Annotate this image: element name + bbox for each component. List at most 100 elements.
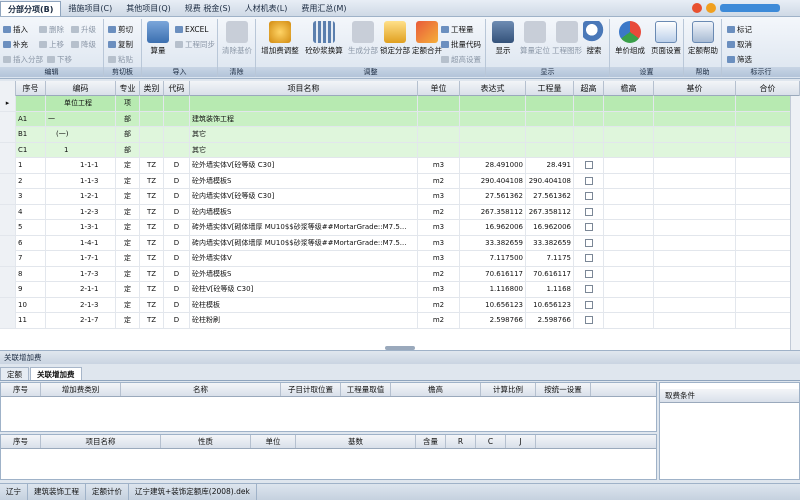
over-height-checkbox[interactable]	[574, 220, 604, 235]
p2-header-nature[interactable]: 性质	[161, 435, 251, 448]
p2-header-content[interactable]: 含量	[416, 435, 446, 448]
table-row[interactable]: 6 1-4-1 定 TZ D 砖内墙实体V[砌体墙厚 MU10$$砂浆等级##Mortar…	[0, 235, 800, 251]
header-expression[interactable]: 表达式	[460, 81, 526, 96]
header-eave-height[interactable]: 檐高	[604, 81, 654, 96]
over-height-checkbox[interactable]	[574, 158, 604, 173]
delete-button[interactable]: 删除	[38, 23, 64, 36]
over-height-checkbox[interactable]	[574, 96, 604, 111]
checkbox-icon[interactable]	[584, 176, 593, 185]
checkbox-icon[interactable]	[584, 192, 593, 200]
table-row[interactable]: B1 (一) 部 其它	[0, 127, 800, 143]
over-height-checkbox[interactable]	[574, 297, 604, 313]
over-height-button[interactable]: 超高设置	[440, 53, 481, 66]
filter-button[interactable]: 筛选	[726, 53, 752, 66]
splitter-handle[interactable]	[385, 346, 415, 350]
add-fee-adjust-button[interactable]: 增加费调整	[258, 21, 302, 65]
p1-header-quantity-value[interactable]: 工程量取值	[341, 383, 391, 396]
grid-vertical-scrollbar[interactable]	[790, 96, 800, 350]
search-button[interactable]: 搜索	[580, 21, 608, 65]
p2-header-j[interactable]: J	[506, 435, 536, 448]
p2-header-no[interactable]: 序号	[1, 435, 41, 448]
checkbox-icon[interactable]	[584, 316, 593, 324]
p1-header-eave-height[interactable]: 檐高	[391, 383, 481, 396]
tab-measures[interactable]: 措施项目(C)	[61, 1, 119, 16]
table-row[interactable]: 11 2-1-7 定 TZ D 砼柱粉刷 m2 2.598766 2.598766	[0, 313, 800, 329]
unit-price-group-button[interactable]: 单价组成	[612, 21, 648, 65]
header-base-price[interactable]: 基价	[654, 81, 736, 96]
p1-header-no[interactable]: 序号	[1, 383, 41, 396]
table-row[interactable]: 8 1-7-3 定 TZ D 砼外墙模板S m2 70.616117 70.616117	[0, 266, 800, 282]
checkbox-icon[interactable]	[584, 207, 593, 216]
tab-related-fee[interactable]: 关联增加费	[30, 367, 82, 380]
copy-button[interactable]: 复制	[107, 38, 133, 51]
over-height-checkbox[interactable]	[574, 251, 604, 266]
checkbox-icon[interactable]	[584, 223, 593, 231]
page-setup-button[interactable]: 页面设置	[648, 21, 684, 65]
p2-header-r[interactable]: R	[446, 435, 476, 448]
header-item-name[interactable]: 项目名称	[190, 81, 418, 96]
cancel-mark-button[interactable]: 取消	[726, 38, 752, 51]
over-height-checkbox[interactable]	[574, 266, 604, 282]
paste-button[interactable]: 粘贴	[107, 53, 133, 66]
table-row[interactable]: 1 1-1-1 定 TZ D 砼外墙实体V[砼等级 C30] m3 28.491000 28.4…	[0, 158, 800, 174]
header-unit[interactable]: 单位	[418, 81, 460, 96]
clear-basis-button[interactable]: 清除基价	[218, 21, 256, 65]
header-specialty[interactable]: 专业	[116, 81, 140, 96]
over-height-checkbox[interactable]	[574, 282, 604, 297]
over-height-checkbox[interactable]	[574, 313, 604, 328]
over-height-checkbox[interactable]	[574, 204, 604, 220]
p1-header-unified[interactable]: 按统一设置	[536, 383, 591, 396]
p1-header-position[interactable]: 子目计取位置	[281, 383, 341, 396]
checkbox-icon[interactable]	[584, 300, 593, 309]
checkbox-icon[interactable]	[584, 269, 593, 278]
p1-header-ratio[interactable]: 计算比例	[481, 383, 536, 396]
tab-quota[interactable]: 定额	[0, 367, 29, 380]
tab-other-items[interactable]: 其他项目(Q)	[119, 1, 178, 16]
downgrade-button[interactable]: 降级	[70, 38, 96, 51]
table-row[interactable]: 5 1-3-1 定 TZ D 砖外墙实体V[砌体墙厚 MU10$$砂浆等级##Mortar…	[0, 220, 800, 236]
mortar-convert-button[interactable]: 砼砂浆换算	[302, 21, 346, 65]
table-row[interactable]: 9 2-1-1 定 TZ D 砼柱V[砼等级 C30] m3 1.116800 1.1168	[0, 282, 800, 298]
checkbox-icon[interactable]	[584, 254, 593, 262]
mark-button[interactable]: 标记	[726, 23, 752, 36]
p1-header-name[interactable]: 名称	[121, 383, 281, 396]
p2-header-unit[interactable]: 单位	[251, 435, 296, 448]
batch-code-button[interactable]: 批量代码	[440, 38, 481, 51]
project-sync-button[interactable]: 工程同步	[174, 38, 215, 51]
p2-header-c[interactable]: C	[476, 435, 506, 448]
checkbox-icon[interactable]	[584, 285, 593, 293]
cut-button[interactable]: 剪切	[107, 23, 133, 36]
over-height-checkbox[interactable]	[574, 173, 604, 189]
insert-subsection-button[interactable]: 插入分部	[2, 53, 43, 66]
checkbox-icon[interactable]	[584, 161, 593, 169]
display-button[interactable]: 显示	[488, 21, 518, 65]
project-quantity-button[interactable]: 工程量	[440, 23, 474, 36]
p2-header-base[interactable]: 基数	[296, 435, 416, 448]
table-row[interactable]: 7 1-7-1 定 TZ D 砼外墙实体V m3 7.117500 7.1175	[0, 251, 800, 267]
p1-header-fee-type[interactable]: 增加费类别	[41, 383, 121, 396]
calc-quantity-button[interactable]: 算量	[144, 21, 172, 65]
table-row[interactable]: A1 一部 建筑装饰工程	[0, 111, 800, 127]
p2-header-item-name[interactable]: 项目名称	[41, 435, 161, 448]
header-quantity[interactable]: 工程量	[526, 81, 574, 96]
append-button[interactable]: 补充	[2, 38, 28, 51]
table-row[interactable]: 3 1-2-1 定 TZ D 砼内墙实体V[砼等级 C30] m3 27.561362 27.5…	[0, 189, 800, 205]
over-height-checkbox[interactable]	[574, 189, 604, 204]
table-row[interactable]: ▸ 单位工程项	[0, 96, 800, 112]
move-down-button[interactable]: 下移	[46, 53, 72, 66]
header-total-price[interactable]: 合价	[736, 81, 800, 96]
move-up-button[interactable]: 上移	[38, 38, 64, 51]
insert-button[interactable]: 插入	[2, 23, 28, 36]
over-height-checkbox[interactable]	[574, 111, 604, 127]
tab-cost-summary[interactable]: 费用汇总(M)	[294, 1, 353, 16]
over-height-checkbox[interactable]	[574, 235, 604, 251]
header-dm[interactable]: 代码	[164, 81, 190, 96]
header-over-height[interactable]: 超高	[574, 81, 604, 96]
tab-items[interactable]: 分部分项(B)	[0, 1, 62, 16]
over-height-checkbox[interactable]	[574, 142, 604, 158]
header-category[interactable]: 类别	[140, 81, 164, 96]
over-height-checkbox[interactable]	[574, 127, 604, 142]
tab-labor-materials[interactable]: 人材机表(L)	[238, 1, 295, 16]
table-row[interactable]: 4 1-2-3 定 TZ D 砼内墙模板S m2 267.358112 267.358112	[0, 204, 800, 220]
tab-fees-tax[interactable]: 规费 税金(S)	[178, 1, 238, 16]
